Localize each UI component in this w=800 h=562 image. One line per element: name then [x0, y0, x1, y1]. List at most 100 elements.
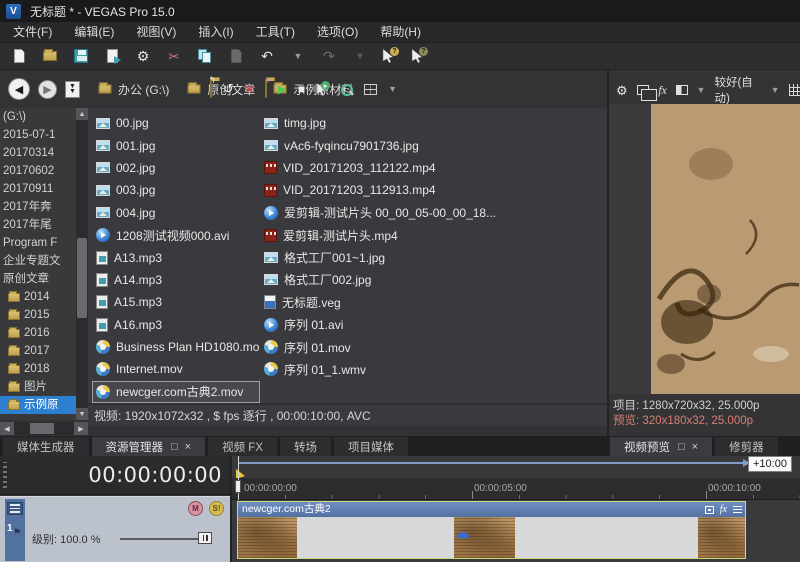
file-item[interactable]: timg.jpg [260, 112, 605, 134]
time-ruler[interactable]: 00:00:00:00 00:00:05:00 00:00:10:00 [232, 478, 800, 500]
file-item[interactable]: 00.jpg [92, 112, 260, 134]
dock-tab[interactable]: 项目媒体 □ × [333, 437, 408, 456]
video-output-fx-icon[interactable]: fx [658, 83, 667, 98]
refresh-icon[interactable]: ↺ [223, 81, 234, 97]
dock-grip[interactable] [3, 462, 7, 488]
event-fx-icon[interactable]: fx [720, 502, 727, 517]
level-slider-track[interactable] [120, 538, 210, 540]
level-slider-handle[interactable] [198, 532, 212, 544]
file-item[interactable]: 004.jpg [92, 202, 260, 224]
menu-item[interactable]: 编辑(E) [63, 22, 125, 42]
up-one-level-icon[interactable]: ↰ [208, 75, 216, 98]
folder-tree-item[interactable]: (G:\) [0, 108, 76, 126]
file-item[interactable]: VID_20171203_112913.mp4 [260, 179, 605, 201]
cut-icon[interactable]: ✂ [165, 47, 183, 65]
address-item[interactable]: 办公 (G:\) [98, 81, 169, 98]
folder-tree-item[interactable]: 图片 [0, 378, 76, 396]
open-project-icon[interactable] [41, 47, 59, 65]
event-menu-icon[interactable] [733, 505, 742, 514]
back-icon[interactable]: ◀ [8, 78, 30, 100]
folder-tree-item[interactable]: 2014 [0, 288, 76, 306]
file-item[interactable]: vAc6-fyqincu7901736.jpg [260, 134, 605, 156]
file-item[interactable]: 003.jpg [92, 179, 260, 201]
file-item[interactable]: 002.jpg [92, 157, 260, 179]
timeline-tracks-area[interactable]: +10:00 00:00:00:00 00:00:05:00 00:00:10:… [230, 456, 800, 562]
file-item[interactable]: 序列 01.mov [260, 336, 605, 358]
scroll-right-icon[interactable]: ▶ [74, 422, 88, 435]
folder-tree-item[interactable]: 20170911 [0, 180, 76, 198]
file-item[interactable]: VID_20171203_112122.mp4 [260, 157, 605, 179]
dock-tab[interactable]: 媒体生成器 □ × [3, 437, 89, 456]
save-project-icon[interactable] [72, 47, 90, 65]
menu-item[interactable]: 选项(O) [306, 22, 369, 42]
menu-item[interactable]: 帮助(H) [369, 22, 432, 42]
menu-item[interactable]: 插入(I) [187, 22, 244, 42]
minimize-icon[interactable]: □ [171, 441, 178, 453]
file-item[interactable]: 爱剪辑-测试片头.mp4 [260, 224, 605, 246]
scroll-left-icon[interactable]: ◀ [0, 422, 14, 435]
grid-overlay-icon[interactable] [788, 84, 800, 96]
views-icon[interactable] [364, 83, 378, 95]
event-body[interactable] [238, 517, 745, 558]
delete-icon[interactable]: × [245, 81, 254, 98]
file-item[interactable]: 1208测试视频000.avi [92, 224, 260, 246]
file-item[interactable]: newcger.com古典2.mov [92, 380, 260, 403]
track-menu-icon[interactable] [7, 502, 23, 515]
dock-tab[interactable]: 资源管理器 □ × [91, 437, 206, 456]
undo-icon[interactable]: ↶ [258, 47, 276, 65]
dock-tab[interactable]: 修剪器 □ × [715, 437, 778, 456]
scrollbar-thumb[interactable] [30, 423, 54, 434]
minimize-icon[interactable]: □ [678, 441, 685, 453]
stop-preview-icon[interactable]: ■ [298, 82, 305, 96]
interactive-tutorials-icon[interactable]: ? [382, 47, 399, 64]
split-screen-dropdown-icon[interactable]: ▼ [697, 85, 706, 95]
menu-item[interactable]: 视图(V) [125, 22, 187, 42]
mute-button[interactable]: M [188, 501, 203, 516]
file-item[interactable]: 无标题.veg [260, 291, 605, 313]
folder-tree-item[interactable]: 20170602 [0, 162, 76, 180]
scroll-down-icon[interactable]: ▼ [76, 408, 88, 420]
new-folder-icon[interactable]: + [264, 75, 271, 98]
menu-item[interactable]: 工具(T) [245, 22, 306, 42]
quality-dropdown-icon[interactable]: ▼ [771, 85, 780, 95]
dock-tab[interactable]: 视频 FX □ × [208, 437, 277, 456]
menu-item[interactable]: 文件(F) [2, 22, 63, 42]
file-item[interactable]: 001.jpg [92, 134, 260, 156]
file-item[interactable]: 序列 01.avi [260, 314, 605, 336]
copy-icon[interactable] [196, 47, 214, 65]
folder-tree-item[interactable]: 2018 [0, 360, 76, 378]
preview-quality-label[interactable]: 较好(自动) [714, 74, 761, 106]
file-item[interactable]: A14.mp3 [92, 269, 260, 291]
split-screen-view-icon[interactable] [675, 85, 688, 95]
project-properties-icon[interactable]: ⚙ [134, 47, 152, 65]
folder-tree-item[interactable]: 原创文章 [0, 270, 76, 288]
auto-preview-icon[interactable]: ▸ [316, 81, 331, 96]
timeline-event[interactable]: newcger.com古典2 fx [237, 501, 746, 559]
folder-tree-item[interactable]: Program F [0, 234, 76, 252]
close-icon[interactable]: × [692, 441, 698, 453]
file-item[interactable]: Business Plan HD1080.mov [92, 336, 260, 358]
views-dropdown-icon[interactable]: ▼ [388, 84, 397, 94]
cursor-timecode[interactable]: 00:00:00:00 [88, 463, 222, 487]
folder-tree-item[interactable]: 20170314 [0, 144, 76, 162]
new-project-icon[interactable] [10, 47, 28, 65]
folder-tree-item[interactable]: 2017年奔 [0, 198, 76, 216]
folder-tree-item[interactable]: 企业专题文 [0, 252, 76, 270]
track-header[interactable]: 1 ⚑ M S! 级别: 100.0 % [0, 496, 230, 562]
dock-tab[interactable]: 转场 □ × [279, 437, 331, 456]
file-item[interactable]: A16.mp3 [92, 314, 260, 336]
file-item[interactable]: 序列 01_1.wmv [260, 358, 605, 380]
scrollbar-thumb[interactable] [77, 238, 87, 318]
whats-this-help-icon[interactable]: ? [411, 47, 428, 64]
folder-tree-item[interactable]: 2015-07-1 [0, 126, 76, 144]
folder-tree-item[interactable]: 2017年尾 [0, 216, 76, 234]
file-item[interactable]: A15.mp3 [92, 291, 260, 313]
forward-icon[interactable]: ▶ [38, 79, 57, 99]
loop-region-bar[interactable] [238, 459, 750, 467]
project-video-properties-icon[interactable]: ⚙ [616, 84, 628, 97]
file-item[interactable]: A13.mp3 [92, 246, 260, 268]
close-icon[interactable]: × [185, 441, 191, 453]
file-item[interactable]: 格式工厂001~1.jpg [260, 246, 605, 268]
scroll-up-icon[interactable]: ▲ [76, 108, 88, 120]
tree-horizontal-scrollbar[interactable]: ◀ ▶ [0, 422, 88, 435]
